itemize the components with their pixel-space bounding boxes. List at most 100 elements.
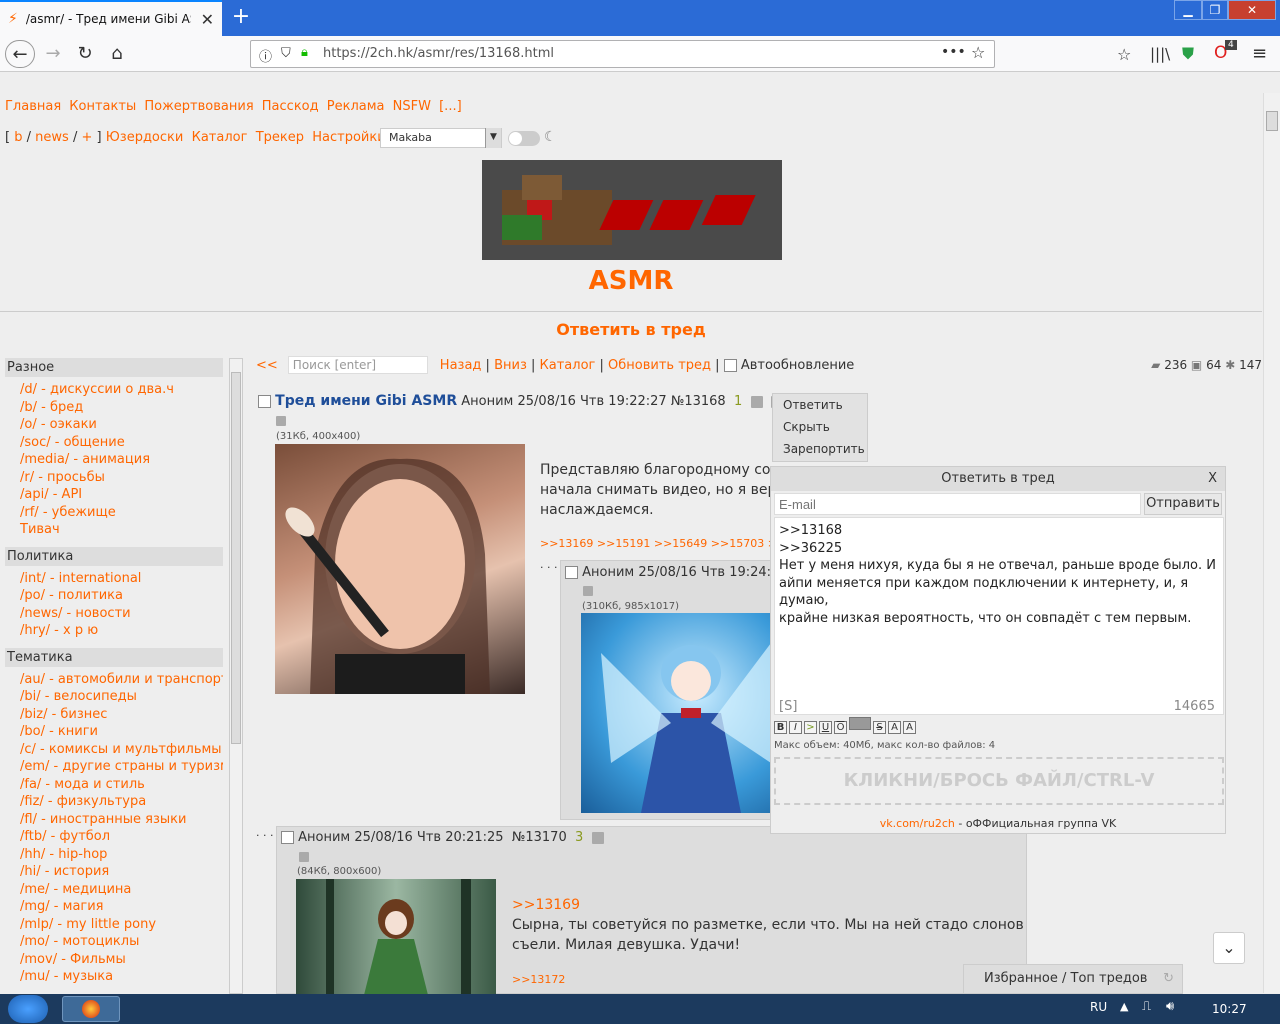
- top-threads-link[interactable]: Топ тредов: [1071, 971, 1148, 986]
- file-drop-zone[interactable]: КЛИКНИ/БРОСЬ ФАЙЛ/CTRL-V: [774, 757, 1224, 805]
- board-link-news[interactable]: news: [35, 130, 69, 145]
- new-tab-button[interactable]: +: [228, 4, 254, 30]
- vk-link[interactable]: vk.com/ru2ch: [880, 817, 955, 830]
- sidebar-item[interactable]: /int/ - international: [5, 570, 223, 588]
- quote-link[interactable]: >>13169: [512, 897, 580, 913]
- reply-thread-link[interactable]: Ответить в тред: [0, 320, 1262, 339]
- sidebar-item[interactable]: /r/ - просьбы: [5, 469, 223, 487]
- board-link-plus[interactable]: +: [81, 130, 92, 145]
- post-checkbox[interactable]: [281, 831, 294, 844]
- sidebar-item[interactable]: /hh/ - hip-hop: [5, 846, 223, 864]
- sidebar-item[interactable]: /bo/ - книги: [5, 723, 223, 741]
- thread-down-link[interactable]: Вниз: [494, 358, 527, 373]
- send-button[interactable]: Отправить: [1144, 493, 1222, 515]
- sidebar-item[interactable]: /hry/ - х р ю: [5, 622, 223, 640]
- tray-arrow-icon[interactable]: ▲: [1120, 1000, 1128, 1013]
- sidebar-item[interactable]: /hi/ - история: [5, 863, 223, 881]
- nav-donations[interactable]: Пожертвования: [144, 99, 253, 114]
- sidebar-item[interactable]: /bi/ - велосипеды: [5, 688, 223, 706]
- thread-catalog-link[interactable]: Каталог: [540, 358, 596, 373]
- sidebar-item[interactable]: /mu/ - музыка: [5, 968, 223, 986]
- search-image-icon[interactable]: [299, 852, 309, 862]
- nav-passcode[interactable]: Пасскод: [262, 99, 319, 114]
- sidebar-item[interactable]: /d/ - дискуссии о два.ч: [5, 381, 223, 399]
- menu-item-hide[interactable]: Скрыть: [773, 416, 867, 438]
- close-window-button[interactable]: ✕: [1228, 0, 1276, 20]
- volume-icon[interactable]: 🔊︎: [1166, 999, 1174, 1014]
- reply-image[interactable]: [296, 879, 496, 995]
- url-bar[interactable]: ⓘ ⛉ 🔒︎ https://2ch.hk/asmr/res/13168.htm…: [250, 40, 995, 68]
- page-scrollbar[interactable]: [1263, 93, 1280, 993]
- sidebar-item[interactable]: /mlp/ - my little pony: [5, 916, 223, 934]
- close-tab-icon[interactable]: ✕: [201, 10, 214, 29]
- browser-tab[interactable]: ⚡ /asmr/ - Тред имени Gibi ASMR ✕: [0, 0, 222, 36]
- reply-form-header[interactable]: Ответить в тред X: [771, 467, 1225, 491]
- thread-search-input[interactable]: Поиск [enter]: [287, 356, 428, 374]
- sidebar-item[interactable]: /ftb/ - футбол: [5, 828, 223, 846]
- menu-item-report[interactable]: Зарепортить: [773, 438, 867, 460]
- sidebar-item[interactable]: /api/ - API: [5, 486, 223, 504]
- language-indicator[interactable]: RU: [1090, 1000, 1107, 1014]
- more-icon[interactable]: •••: [941, 44, 966, 60]
- sidebar-section-topics[interactable]: Тематика: [5, 647, 223, 667]
- sidebar-item[interactable]: /mov/ - Фильмы: [5, 951, 223, 969]
- quote-button[interactable]: >: [804, 721, 817, 734]
- sidebar-item[interactable]: /me/ - медицина: [5, 881, 223, 899]
- reading-list-icon[interactable]: ☆: [1117, 45, 1131, 64]
- thread-refresh-link[interactable]: Обновить тред: [608, 358, 711, 373]
- thread-back-link[interactable]: Назад: [440, 358, 482, 373]
- email-field[interactable]: [774, 493, 1141, 515]
- star-icon[interactable]: [750, 395, 763, 408]
- scroll-down-button[interactable]: ⌄: [1213, 932, 1245, 964]
- reply-replies[interactable]: >>13172: [512, 973, 565, 986]
- underline-button[interactable]: U: [819, 721, 832, 734]
- sidebar-item[interactable]: /em/ - другие страны и туризм: [5, 758, 223, 776]
- library-icon[interactable]: |||\: [1150, 45, 1170, 63]
- catalog-link[interactable]: Каталог: [192, 130, 248, 145]
- reply-image[interactable]: [581, 613, 773, 813]
- sidebar-item[interactable]: /media/ - анимация: [5, 451, 223, 469]
- bold-button[interactable]: B: [774, 721, 787, 734]
- settings-link[interactable]: Настройки: [312, 130, 385, 145]
- nav-contacts[interactable]: Контакты: [69, 99, 136, 114]
- post-checkbox[interactable]: [565, 566, 578, 579]
- sidebar-item[interactable]: /o/ - оэкаки: [5, 416, 223, 434]
- tracker-link[interactable]: Трекер: [256, 130, 304, 145]
- sidebar-item[interactable]: /rf/ - убежище: [5, 504, 223, 522]
- clock[interactable]: 10:27: [1212, 1002, 1247, 1016]
- nav-ads[interactable]: Реклама: [327, 99, 385, 114]
- search-image-icon[interactable]: [583, 586, 593, 596]
- night-mode-toggle[interactable]: [508, 131, 540, 146]
- overline-button[interactable]: O: [834, 721, 847, 734]
- maximize-button[interactable]: ❐: [1202, 0, 1228, 20]
- menu-item-reply[interactable]: Ответить: [773, 394, 867, 416]
- sidebar-item[interactable]: /soc/ - общение: [5, 434, 223, 452]
- sidebar-item[interactable]: /fiz/ - физкультура: [5, 793, 223, 811]
- post-number[interactable]: №13170: [512, 830, 567, 845]
- op-image[interactable]: [275, 444, 525, 694]
- nav-home[interactable]: Главная: [5, 99, 61, 114]
- sidebar-item[interactable]: /biz/ - бизнес: [5, 706, 223, 724]
- italic-button[interactable]: I: [789, 721, 802, 734]
- sidebar-item[interactable]: /b/ - бред: [5, 399, 223, 417]
- bookmark-star-icon[interactable]: ☆: [971, 43, 985, 62]
- sidebar-item[interactable]: Тивач: [5, 521, 223, 539]
- sidebar-item[interactable]: /fl/ - иностранные языки: [5, 811, 223, 829]
- start-button[interactable]: [8, 995, 48, 1023]
- minimize-button[interactable]: ▁: [1174, 0, 1202, 20]
- sidebar-section-politics[interactable]: Политика: [5, 546, 223, 566]
- sidebar-item[interactable]: /fa/ - мода и стиль: [5, 776, 223, 794]
- back-arrows-link[interactable]: <<: [256, 358, 278, 373]
- sidebar-item[interactable]: /mo/ - мотоциклы: [5, 933, 223, 951]
- strike-button[interactable]: S: [873, 721, 886, 734]
- reload-button[interactable]: ↻: [70, 40, 100, 68]
- play-icon[interactable]: [591, 831, 604, 844]
- sidebar-item[interactable]: /news/ - новости: [5, 605, 223, 623]
- sidebar-item[interactable]: /po/ - политика: [5, 587, 223, 605]
- style-select[interactable]: Makaba ▼: [380, 128, 502, 148]
- message-textarea[interactable]: >>13168 >>36225 Нет у меня нихуя, куда б…: [774, 517, 1224, 715]
- op-replies[interactable]: >>13169 >>15191 >>15649 >>15703 >>15732: [540, 537, 770, 550]
- post-number[interactable]: №13168: [671, 394, 726, 409]
- spoiler-button[interactable]: [849, 717, 871, 730]
- sidebar-scroll-thumb[interactable]: [231, 372, 241, 744]
